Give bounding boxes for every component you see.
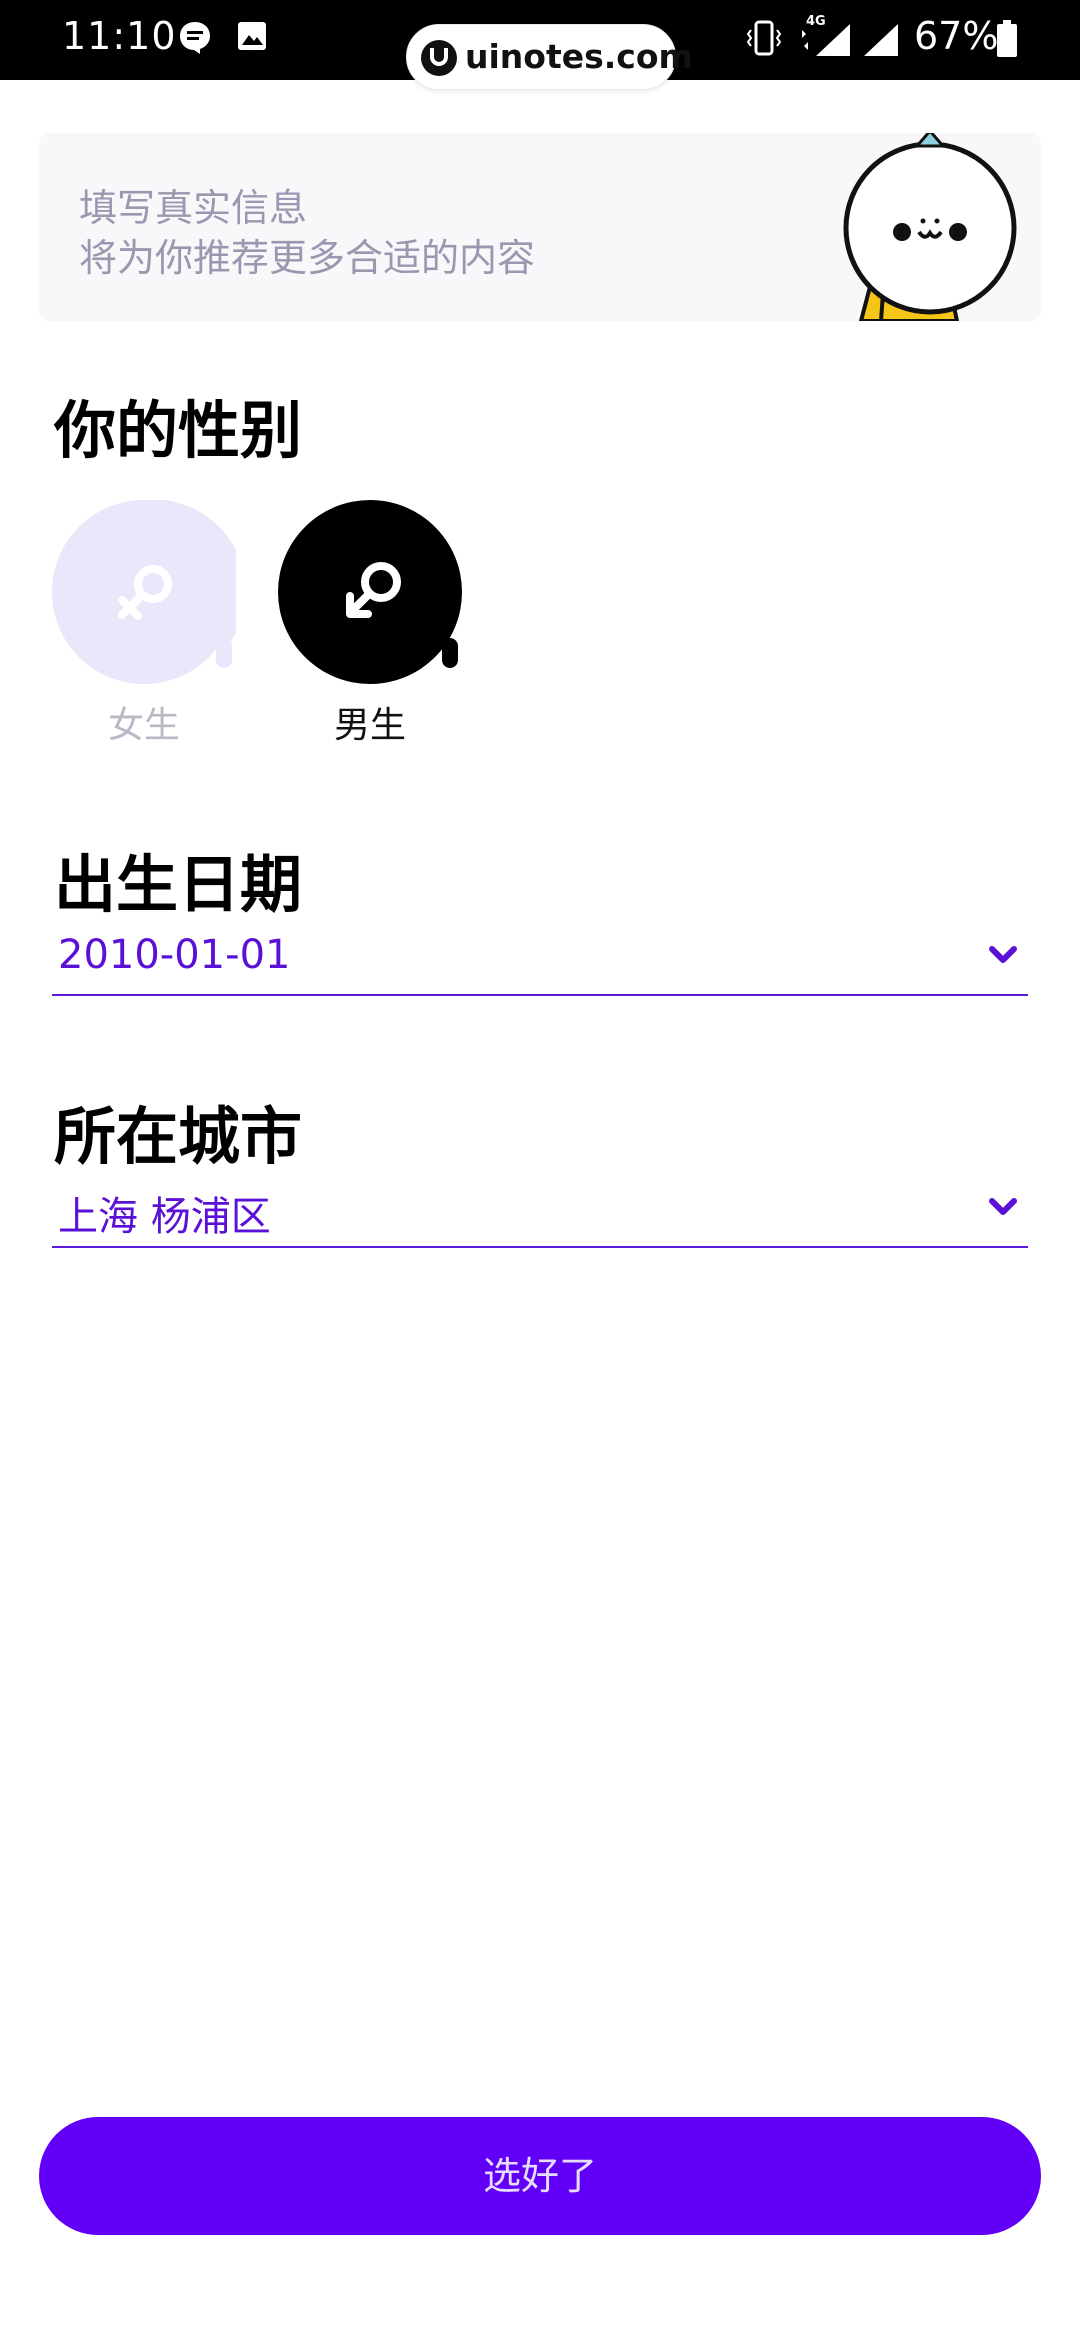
birth-date-title: 出生日期 bbox=[54, 848, 303, 921]
banner-line-1: 填写真实信息 bbox=[79, 186, 308, 230]
image-notification-icon bbox=[238, 22, 266, 50]
city-value: 上海 杨浦区 bbox=[58, 1194, 271, 1240]
chevron-down-icon bbox=[989, 946, 1017, 963]
city-select[interactable]: 上海 杨浦区 bbox=[52, 1174, 1028, 1248]
city-title: 所在城市 bbox=[54, 1100, 303, 1173]
gender-title: 你的性别 bbox=[54, 394, 303, 467]
gender-option-female[interactable]: 女生 bbox=[52, 500, 238, 746]
status-time: 11:10 bbox=[62, 14, 177, 58]
female-option-circle[interactable] bbox=[52, 500, 236, 684]
male-option-circle[interactable] bbox=[278, 500, 462, 684]
banner-line-2: 将为你推荐更多合适的内容 bbox=[79, 236, 536, 280]
seal-mascot-illustration bbox=[843, 133, 1017, 321]
battery-percent: 67% bbox=[914, 14, 999, 58]
message-notification-icon bbox=[180, 22, 210, 54]
watermark-logo-icon bbox=[421, 40, 457, 76]
gender-option-male[interactable]: 男生 bbox=[278, 500, 464, 746]
gender-label-male: 男生 bbox=[333, 705, 406, 746]
signal-icon-1 bbox=[802, 24, 850, 56]
vibrate-icon bbox=[746, 20, 782, 56]
info-banner: 填写真实信息 将为你推荐更多合适的内容 bbox=[39, 133, 1041, 321]
birth-date-select[interactable]: 2010-01-01 bbox=[52, 922, 1028, 996]
battery-icon bbox=[997, 20, 1017, 57]
watermark-text: uinotes.com bbox=[465, 37, 693, 76]
birth-date-value: 2010-01-01 bbox=[58, 932, 291, 978]
signal-icon-2 bbox=[864, 24, 898, 56]
watermark-badge: uinotes.com bbox=[406, 24, 693, 90]
submit-button[interactable]: 选好了 bbox=[39, 2117, 1041, 2235]
gender-label-female: 女生 bbox=[107, 705, 180, 746]
chevron-down-icon bbox=[989, 1198, 1017, 1215]
